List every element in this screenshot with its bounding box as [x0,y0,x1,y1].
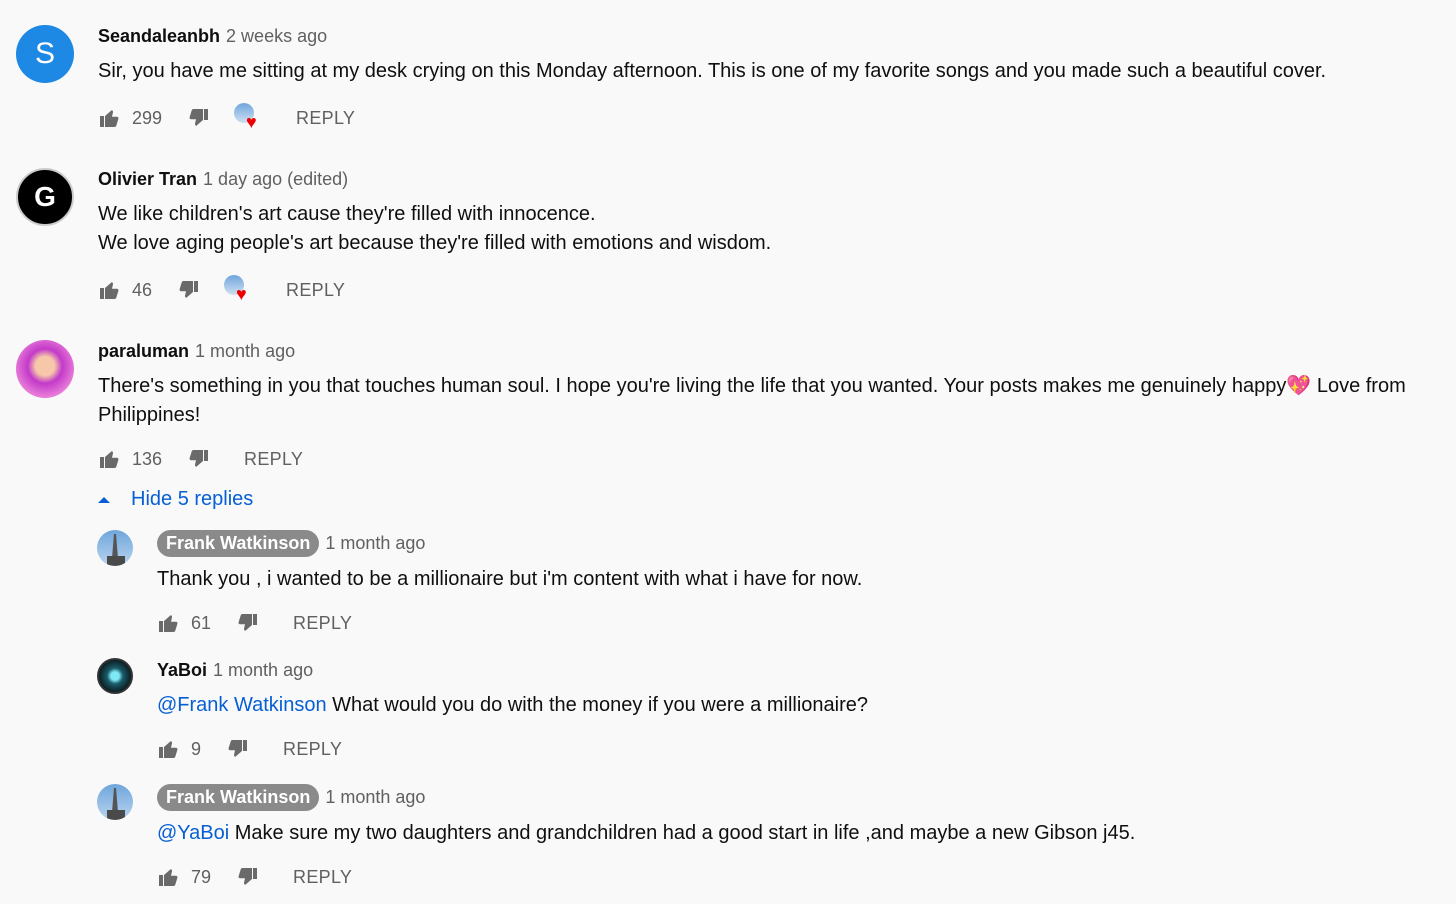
thumbs-up-icon[interactable] [98,447,122,471]
thumbs-up-icon[interactable] [157,611,181,635]
comment-time[interactable]: 2 weeks ago [226,26,327,47]
thumbs-down-icon[interactable] [235,865,259,889]
comment-actions: 46 ♥ REPLY [98,275,345,305]
reply-actions: 61 REPLY [157,608,352,638]
reply-button[interactable]: REPLY [293,867,352,888]
avatar[interactable] [97,784,133,820]
comment-header: paraluman 1 month ago [98,341,295,362]
thumbs-up-icon[interactable] [98,106,122,130]
author-name[interactable]: paraluman [98,341,189,362]
comment-text: Sir, you have me sitting at my desk cryi… [98,60,1327,82]
reply-button[interactable]: REPLY [283,739,342,760]
thumbs-down-icon[interactable] [176,278,200,302]
comment-actions: 136 REPLY [98,444,303,474]
comment-time[interactable]: 1 month ago [325,787,425,808]
author-name[interactable]: Seandaleanbh [98,26,220,47]
hide-replies-button[interactable]: Hide 5 replies [97,488,253,511]
reply-header: Frank Watkinson 1 month ago [157,784,425,811]
thumbs-down-icon[interactable] [186,106,210,130]
comment-time[interactable]: 1 month ago [195,341,295,362]
thumbs-down-icon[interactable] [225,737,249,761]
reply-button[interactable]: REPLY [293,613,352,634]
creator-heart: ♥ [224,275,254,305]
reply-button[interactable]: REPLY [286,280,345,301]
hide-replies-label: Hide 5 replies [131,488,254,510]
thumbs-down-icon[interactable] [235,611,259,635]
reply-text: Thank you , i wanted to be a millionaire… [157,568,863,590]
author-name[interactable]: YaBoi [157,660,207,681]
comment-time[interactable]: 1 month ago [325,533,425,554]
comment-time[interactable]: 1 day ago (edited) [203,169,348,190]
caret-up-icon [97,495,111,505]
heart-icon: ♥ [236,284,247,304]
thumbs-up-icon[interactable] [157,737,181,761]
reply-button[interactable]: REPLY [296,108,355,129]
creator-heart: ♥ [234,103,264,133]
reply-text: @YaBoi Make sure my two daughters and gr… [157,822,1136,844]
like-count: 79 [191,866,212,887]
like-count: 9 [191,738,202,759]
comment-text: There's something in you that touches hu… [98,375,1412,426]
reply-text: @Frank Watkinson What would you do with … [157,694,868,716]
comment-actions: 299 ♥ REPLY [98,103,355,133]
like-count: 61 [191,612,212,633]
avatar[interactable]: S [16,25,74,83]
like-count: 46 [132,279,153,300]
church-spire-icon [107,788,125,820]
comment-time[interactable]: 1 month ago [213,660,313,681]
author-name[interactable]: Olivier Tran [98,169,197,190]
heart-icon: ♥ [246,112,257,132]
mention-link[interactable]: @Frank Watkinson [157,694,327,716]
avatar[interactable] [97,530,133,566]
avatar[interactable] [16,340,74,398]
thumbs-up-icon[interactable] [98,278,122,302]
comment-text: We like children's art cause they're fil… [98,203,772,254]
reply-header: Frank Watkinson 1 month ago [157,530,425,557]
thumbs-down-icon[interactable] [186,447,210,471]
comment-header: Seandaleanbh 2 weeks ago [98,26,327,47]
reply-button[interactable]: REPLY [244,449,303,470]
author-name[interactable]: Frank Watkinson [157,784,320,811]
like-count: 299 [132,107,163,128]
thumbs-up-icon[interactable] [157,865,181,889]
reply-header: YaBoi 1 month ago [157,660,313,681]
author-name[interactable]: Frank Watkinson [157,530,320,557]
reply-actions: 79 REPLY [157,862,352,892]
church-spire-icon [107,534,125,566]
avatar[interactable]: G [16,168,74,226]
reply-actions: 9 REPLY [157,734,342,764]
avatar[interactable] [97,658,133,694]
like-count: 136 [132,448,163,469]
mention-link[interactable]: @YaBoi [157,822,229,844]
comment-header: Olivier Tran 1 day ago (edited) [98,169,348,190]
